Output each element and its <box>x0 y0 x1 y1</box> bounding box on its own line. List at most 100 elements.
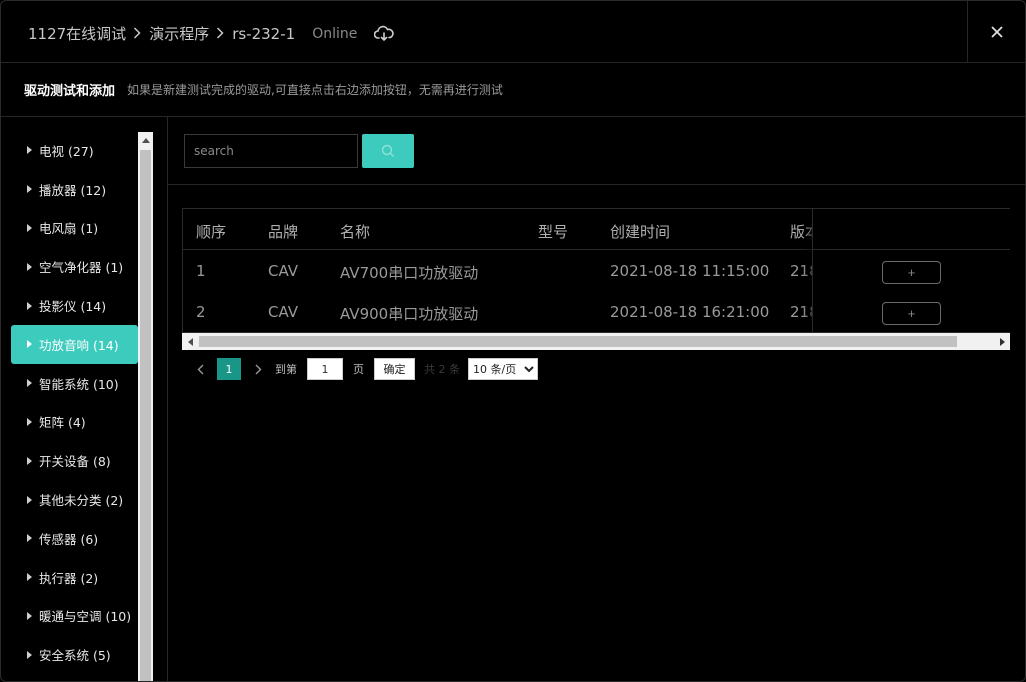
goto-confirm-button[interactable]: 确定 <box>374 358 415 380</box>
breadcrumb-item-program[interactable]: 演示程序 <box>149 23 209 44</box>
sidebar-category-item[interactable]: 安全系统 (5) <box>11 635 138 674</box>
search-input[interactable] <box>184 134 358 168</box>
driver-table: 顺序 品牌 名称 型号 创建时间 版本 1 CAV AV700串口功放驱动 20… <box>182 208 1010 333</box>
sidebar-category-item[interactable]: 电风扇 (1) <box>11 209 138 248</box>
sidebar-category-label: 投影仪 (14) <box>39 299 107 315</box>
chevron-right-icon <box>133 25 141 43</box>
page-number-current[interactable]: 1 <box>217 358 241 380</box>
sidebar-category-label: 开关设备 (8) <box>39 454 111 470</box>
action-column: + + <box>812 209 1010 332</box>
cell-brand: CAV <box>268 262 299 280</box>
chevron-left-icon <box>197 364 203 374</box>
page-size-select[interactable]: 10 条/页20 条/页50 条/页 <box>468 358 538 380</box>
cell-brand: CAV <box>268 303 299 321</box>
page-suffix-label: 页 <box>353 363 364 376</box>
sidebar-category-label: 执行器 (2) <box>39 570 99 586</box>
goto-label: 到第 <box>275 363 297 376</box>
column-header-brand: 品牌 <box>268 223 299 241</box>
breadcrumb-item-project[interactable]: 1127在线调试 <box>28 23 126 44</box>
sidebar-category-item[interactable]: 暖通与空调 (10) <box>11 597 138 636</box>
caret-right-icon <box>27 495 32 504</box>
scrollbar-thumb[interactable] <box>199 336 957 347</box>
search-bar <box>168 117 1025 185</box>
scroll-up-icon[interactable] <box>138 132 153 149</box>
sidebar-category-label: 空气净化器 (1) <box>39 260 124 276</box>
sidebar-category-label: 传感器 (6) <box>39 531 99 547</box>
sidebar-category-label: 功放音响 (14) <box>39 337 119 353</box>
caret-right-icon <box>27 301 32 310</box>
caret-right-icon <box>27 650 32 659</box>
pagination: 1 到第 页 确定 共 2 条 10 条/页20 条/页50 条/页 <box>192 357 538 381</box>
column-header-model: 型号 <box>538 223 569 241</box>
close-button[interactable] <box>967 1 1025 63</box>
chevron-right-icon <box>255 364 261 374</box>
sidebar-category-item[interactable]: 播放器 (12) <box>11 170 138 209</box>
section-title: 驱动测试和添加 <box>24 84 116 99</box>
sidebar-category-item[interactable]: 空气净化器 (1) <box>11 247 138 286</box>
dialog-header: 1127在线调试 演示程序 rs-232-1 Online <box>1 1 1025 63</box>
scroll-left-icon[interactable] <box>182 333 198 350</box>
cloud-sync-icon[interactable] <box>374 25 395 43</box>
scroll-right-icon[interactable] <box>994 333 1010 350</box>
driver-test-dialog: 1127在线调试 演示程序 rs-232-1 Online 驱动测试和添加 如果… <box>0 0 1026 682</box>
sidebar-category-item[interactable]: 开关设备 (8) <box>11 441 138 480</box>
caret-right-icon <box>27 262 32 271</box>
sidebar-category-label: 矩阵 (4) <box>39 415 86 431</box>
connection-status: Online <box>312 25 358 42</box>
goto-page-input[interactable] <box>307 358 343 380</box>
category-list: 电视 (27) 播放器 (12) 电风扇 (1) 空气净化器 (1) 投影仪 (14) 功… <box>11 131 138 674</box>
cell-name: AV900串口功放驱动 <box>340 305 479 323</box>
total-count: 共 2 条 <box>424 363 460 376</box>
column-header-name: 名称 <box>340 223 371 241</box>
cell-name: AV700串口功放驱动 <box>340 264 479 282</box>
caret-right-icon <box>27 456 32 465</box>
chevron-right-icon <box>216 25 224 43</box>
sidebar-category-item[interactable]: 电视 (27) <box>11 131 138 170</box>
sidebar-category-label: 电视 (27) <box>39 143 94 159</box>
sidebar-category-item[interactable]: 智能系统 (10) <box>11 364 138 403</box>
section-hint: 如果是新建测试完成的驱动,可直接点击右边添加按钮，无需再进行测试 <box>127 83 503 97</box>
search-button[interactable] <box>362 134 414 168</box>
sidebar-category-item[interactable]: 执行器 (2) <box>11 558 138 597</box>
table-horizontal-scrollbar[interactable] <box>182 333 1010 350</box>
caret-right-icon <box>27 146 32 155</box>
category-sidebar: 电视 (27) 播放器 (12) 电风扇 (1) 空气净化器 (1) 投影仪 (14) 功… <box>1 117 168 681</box>
search-icon <box>381 144 394 157</box>
column-header-created: 创建时间 <box>610 223 671 241</box>
cell-created: 2021-08-18 16:21:00 <box>610 303 770 321</box>
caret-right-icon <box>27 223 32 232</box>
breadcrumb: 1127在线调试 演示程序 rs-232-1 Online <box>28 23 395 44</box>
caret-right-icon <box>27 534 32 543</box>
sidebar-category-label: 智能系统 (10) <box>39 376 119 392</box>
cell-created: 2021-08-18 11:15:00 <box>610 262 770 280</box>
breadcrumb-item-device: rs-232-1 <box>232 24 296 43</box>
action-column-header <box>813 209 1010 250</box>
sidebar-category-item[interactable]: 投影仪 (14) <box>11 286 138 325</box>
sidebar-category-label: 播放器 (12) <box>39 182 107 198</box>
sidebar-category-label: 其他未分类 (2) <box>39 493 124 509</box>
sidebar-category-item[interactable]: 传感器 (6) <box>11 519 138 558</box>
sidebar-category-label: 电风扇 (1) <box>39 221 99 237</box>
column-header-index: 顺序 <box>196 223 227 241</box>
caret-right-icon <box>27 611 32 620</box>
caret-right-icon <box>27 573 32 582</box>
add-driver-button[interactable]: + <box>882 302 941 325</box>
close-icon <box>990 26 1003 38</box>
caret-right-icon <box>27 185 32 194</box>
sidebar-category-item[interactable]: 功放音响 (14) <box>11 324 138 364</box>
caret-right-icon <box>27 379 32 388</box>
add-driver-button[interactable]: + <box>882 261 941 284</box>
sidebar-category-label: 安全系统 (5) <box>39 648 111 664</box>
cell-index: 2 <box>196 303 206 321</box>
scrollbar-thumb[interactable] <box>140 150 151 681</box>
sidebar-scrollbar[interactable] <box>138 132 153 681</box>
sidebar-category-label: 暖通与空调 (10) <box>39 609 132 625</box>
next-page-button[interactable] <box>250 357 266 381</box>
caret-right-icon <box>27 340 32 349</box>
prev-page-button[interactable] <box>192 357 208 381</box>
sidebar-category-item[interactable]: 其他未分类 (2) <box>11 480 138 519</box>
section-header: 驱动测试和添加 如果是新建测试完成的驱动,可直接点击右边添加按钮，无需再进行测试 <box>1 63 1025 117</box>
driver-main-panel: 顺序 品牌 名称 型号 创建时间 版本 1 CAV AV700串口功放驱动 20… <box>168 117 1025 681</box>
sidebar-category-item[interactable]: 矩阵 (4) <box>11 403 138 442</box>
caret-right-icon <box>27 417 32 426</box>
